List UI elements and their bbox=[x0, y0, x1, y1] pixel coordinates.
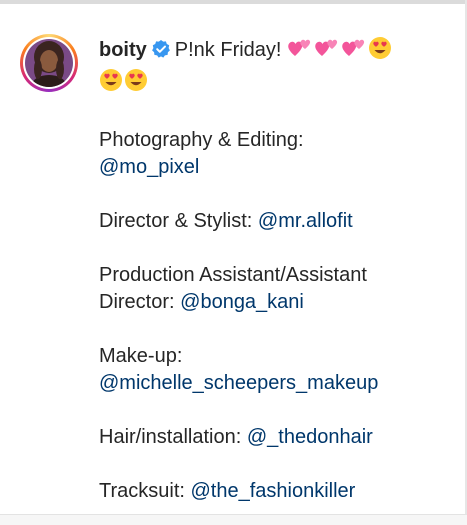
username-link[interactable]: boity bbox=[99, 39, 147, 61]
mention-link[interactable]: @michelle_scheepers_makeup bbox=[99, 372, 378, 394]
mention-link[interactable]: @_thedonhair bbox=[247, 426, 373, 448]
credit-label: Hair/installation: bbox=[99, 426, 242, 448]
caption-headline: boity P!nk Friday! bbox=[99, 36, 449, 68]
caption: boity P!nk Friday! Photography & Editing… bbox=[99, 36, 449, 505]
headline-text: P!nk Friday! bbox=[174, 39, 282, 61]
avatar-photo bbox=[25, 39, 73, 87]
credit-hair: Hair/installation: @_thedonhair bbox=[99, 424, 449, 451]
mention-link[interactable]: @mo_pixel bbox=[99, 156, 199, 178]
avatar[interactable] bbox=[20, 34, 78, 92]
bottom-divider bbox=[0, 514, 467, 525]
mention-link[interactable]: @the_fashionkiller bbox=[191, 480, 356, 502]
credit-production-assistant: Production Assistant/Assistant bbox=[99, 262, 449, 289]
verified-badge-icon bbox=[151, 39, 171, 67]
heart-eyes-icon bbox=[124, 68, 148, 100]
two-hearts-icon bbox=[341, 36, 367, 68]
mention-link[interactable]: @bonga_kani bbox=[180, 291, 304, 313]
credit-director-stylist: Director & Stylist: @mr.allofit bbox=[99, 208, 449, 235]
mention-link[interactable]: @mr.allofit bbox=[258, 210, 353, 232]
credit-label: Director: bbox=[99, 291, 175, 313]
credit-makeup: Make-up: bbox=[99, 343, 449, 370]
credit-photography: Photography & Editing: bbox=[99, 127, 449, 154]
heart-eyes-icon bbox=[99, 68, 123, 100]
credit-label: Make-up: bbox=[99, 345, 183, 367]
caption-emoji-line bbox=[99, 68, 449, 100]
heart-eyes-icon bbox=[368, 36, 392, 68]
top-divider bbox=[0, 0, 467, 4]
credit-tracksuit: Tracksuit: @the_fashionkiller bbox=[99, 478, 449, 505]
two-hearts-icon bbox=[314, 36, 340, 68]
credit-label: Production Assistant/Assistant bbox=[99, 264, 367, 286]
credit-label: Director & Stylist: bbox=[99, 210, 253, 232]
two-hearts-icon bbox=[287, 36, 313, 68]
post-caption-panel: boity P!nk Friday! Photography & Editing… bbox=[0, 0, 467, 525]
credit-label: Tracksuit: bbox=[99, 480, 185, 502]
credit-label: Photography & Editing: bbox=[99, 129, 304, 151]
